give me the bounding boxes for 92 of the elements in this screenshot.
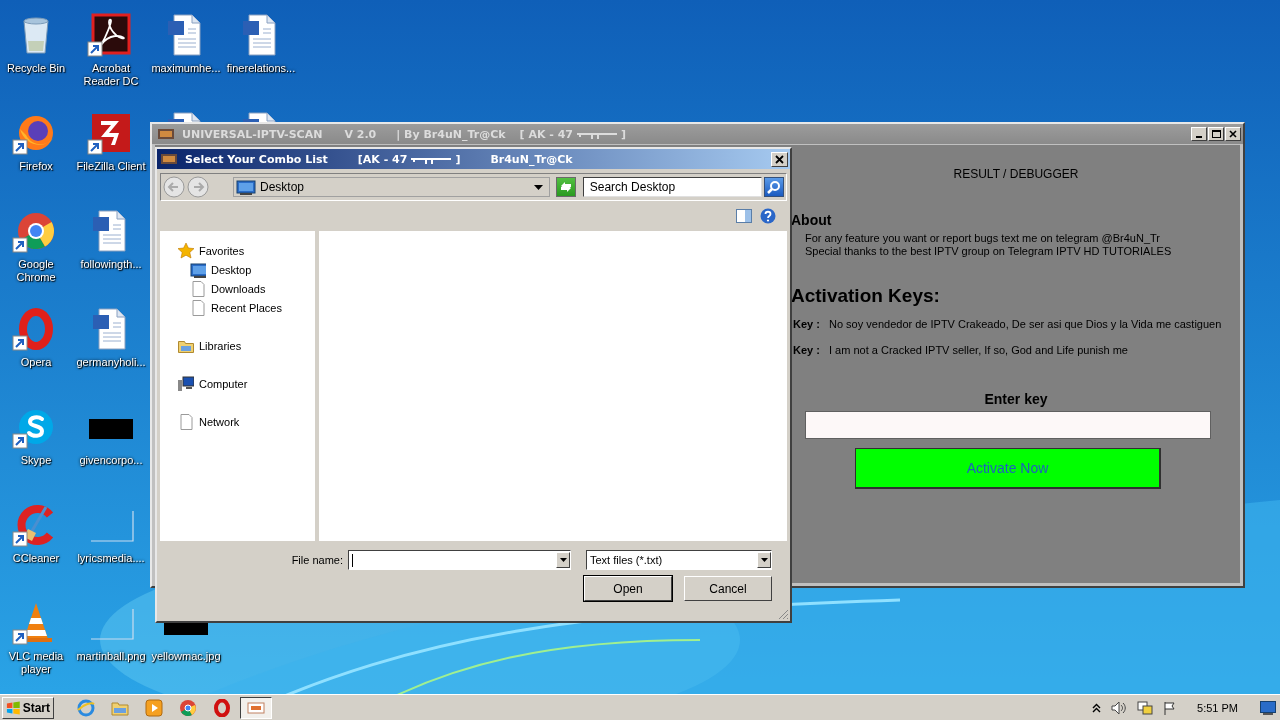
flag-icon[interactable]: [1163, 700, 1178, 715]
tag-label: ]: [455, 152, 461, 166]
field-label: File name:: [291, 554, 343, 566]
page-icon: [190, 280, 206, 297]
clock[interactable]: 5:51 PM: [1197, 701, 1238, 714]
close-button[interactable]: [771, 151, 788, 167]
about-text: For any feature you want or report bugs text me on telegram @Br4uN_Tr: [805, 232, 1161, 245]
dropdown-arrow-icon: [533, 184, 543, 190]
refresh-icon: [558, 181, 573, 193]
icon-label[interactable]: FileZilla Client: [76, 160, 146, 173]
close-icon: [775, 154, 784, 164]
nav-item[interactable]: Network: [160, 412, 315, 431]
icon-label[interactable]: followingth...: [80, 258, 142, 271]
minimize-button[interactable]: [1191, 127, 1207, 141]
address-combo[interactable]: Desktop: [233, 177, 550, 197]
show-desktop-icon[interactable]: [1260, 700, 1276, 715]
desktop-icon: [236, 179, 256, 195]
open-button[interactable]: Open: [584, 576, 672, 601]
author-label: | By Br4uN_Tr@Ck: [396, 127, 506, 141]
network-icon[interactable]: [1137, 699, 1154, 716]
windows-logo-icon: [6, 700, 21, 715]
file-type-dropdown[interactable]: Text files (*.txt): [586, 550, 772, 570]
key-label: Key :: [793, 344, 821, 356]
icon-label[interactable]: Skype: [20, 454, 52, 467]
window-title: UNIVERSAL-IPTV-SCAN: [182, 127, 323, 141]
cancel-button[interactable]: Cancel: [684, 576, 772, 601]
media-player-icon: [145, 698, 163, 717]
address-text: Desktop: [260, 180, 305, 194]
activate-button[interactable]: Activate Now: [855, 448, 1161, 489]
file-name-field[interactable]: [348, 550, 571, 570]
maximize-button[interactable]: [1208, 127, 1224, 141]
refresh-button[interactable]: [555, 177, 576, 197]
pane-icon: [736, 209, 752, 223]
icon-label[interactable]: Acrobat Reader DC: [74, 62, 148, 88]
tag-label: ]: [621, 127, 627, 141]
maximize-icon: [1211, 130, 1221, 138]
key-input-field[interactable]: [805, 411, 1211, 439]
nav-item[interactable]: Recent Places: [160, 298, 315, 317]
author-label: Br4uN_Tr@Ck: [490, 152, 573, 166]
close-button[interactable]: [1225, 127, 1241, 141]
search-button[interactable]: [764, 177, 784, 197]
taskbar-button[interactable]: [240, 696, 272, 719]
icon-label[interactable]: Google Chrome: [0, 258, 73, 284]
key-text: I am not a Cracked IPTV seller, If so, God and Life punish me: [829, 344, 1128, 356]
star-icon: [178, 242, 194, 259]
search-icon: [767, 180, 781, 194]
dropdown-value: Text files (*.txt): [589, 554, 663, 566]
icon-label[interactable]: Firefox: [19, 160, 53, 173]
search-field[interactable]: Search Desktop: [582, 177, 763, 197]
icon-label[interactable]: germanyholi...: [76, 356, 146, 369]
section-title: Activation Keys:: [791, 285, 941, 307]
nav-item[interactable]: Libraries: [160, 336, 315, 355]
icon-label[interactable]: finerelations...: [226, 62, 296, 75]
app-icon: [158, 129, 174, 139]
chevron-up-icon[interactable]: [1092, 702, 1102, 713]
speaker-icon[interactable]: [1111, 700, 1128, 715]
key-label: Key :: [793, 318, 821, 330]
section-title: About: [791, 212, 833, 228]
field-label: Enter key: [983, 391, 1049, 407]
version-label: V 2.0: [344, 127, 377, 141]
icon-label[interactable]: lyricsmedia....: [77, 552, 145, 565]
dialog-title: Select Your Combo List: [185, 152, 328, 166]
nav-item[interactable]: Favorites: [160, 241, 315, 260]
preview-pane-button[interactable]: [736, 209, 752, 223]
help-icon: [760, 208, 776, 224]
about-text: Special thanks to the best IPTV group on Telegram IPTV HD TUTORIALES: [805, 245, 1173, 258]
start-button[interactable]: Start: [2, 696, 54, 719]
icon-label[interactable]: Recycle Bin: [6, 62, 66, 75]
icon-label[interactable]: maximumhe...: [151, 62, 221, 75]
page-icon: [190, 299, 206, 316]
icon-label[interactable]: CCleaner: [12, 552, 60, 565]
computer-icon: [178, 375, 194, 392]
nav-item[interactable]: Desktop: [160, 260, 315, 279]
resize-grip-icon[interactable]: [778, 609, 789, 620]
help-button[interactable]: [760, 208, 776, 224]
key-text: No soy vendedor de IPTV Crakeado, De ser asi que Dios y la Vida me castiguen: [829, 318, 1222, 330]
page-icon: [178, 413, 194, 430]
panel-heading: RESULT / DEBUGGER: [952, 167, 1080, 181]
browser-icon: [77, 698, 95, 717]
desktop-icon: [190, 261, 206, 278]
nav-item[interactable]: Downloads: [160, 279, 315, 298]
dropdown-arrow-icon: [760, 558, 768, 562]
app-icon: [161, 154, 177, 164]
tag-label: [AK - 47: [357, 152, 408, 166]
dropdown-arrow-icon: [559, 558, 567, 562]
nav-item[interactable]: Computer: [160, 374, 315, 393]
browser-icon: [179, 698, 197, 717]
browser-icon: [213, 698, 231, 717]
icon-label[interactable]: Opera: [20, 356, 52, 369]
tag-label: [ AK - 47: [519, 127, 573, 141]
icon-label[interactable]: givencorpo...: [79, 454, 143, 467]
close-icon: [1229, 130, 1237, 138]
